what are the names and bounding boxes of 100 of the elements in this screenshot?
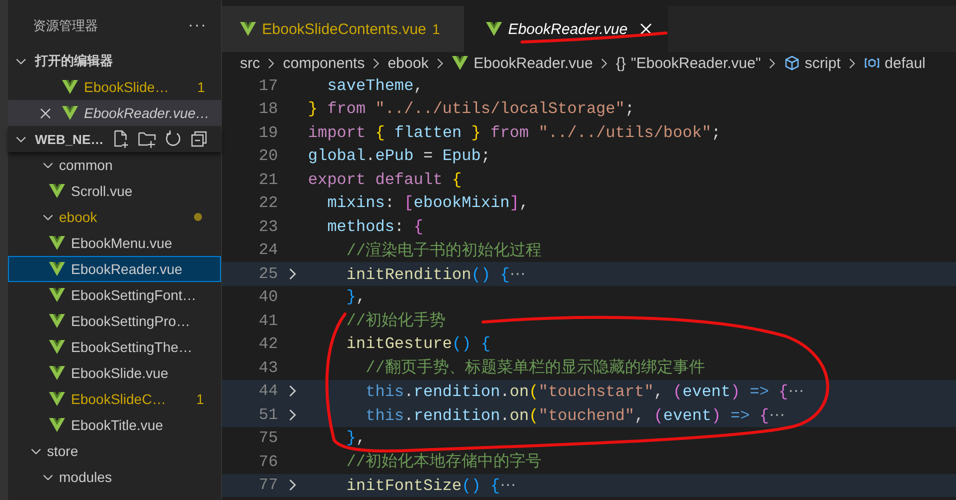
- project-title: WEB_NE…: [35, 132, 104, 146]
- expand-fold-icon[interactable]: [288, 384, 298, 398]
- more-actions-button[interactable]: ···: [188, 17, 207, 35]
- file-name: EbookMenu.vue: [71, 235, 174, 251]
- collapse-all-icon[interactable]: [190, 130, 208, 148]
- editor-tab[interactable]: EbookReader.vue: [464, 6, 668, 52]
- new-folder-icon[interactable]: [138, 130, 156, 148]
- chevron-right-icon: [600, 56, 609, 70]
- file-name: EbookSlide…: [84, 79, 170, 95]
- folder-name: store: [47, 443, 80, 459]
- expand-fold-icon[interactable]: [288, 478, 298, 492]
- open-editor-item[interactable]: EbookSlide… 1: [8, 74, 221, 100]
- breadcrumb-item[interactable]: script: [804, 54, 841, 72]
- line-number: 19: [258, 124, 278, 142]
- folder-item[interactable]: store: [8, 438, 221, 464]
- code-text: global.ePub = Epub;: [308, 147, 490, 166]
- breadcrumb-item[interactable]: defaul: [884, 54, 926, 72]
- file-item[interactable]: Scroll.vue: [8, 178, 221, 204]
- code-text: initRendition() {⋯: [345, 264, 526, 284]
- vue-file-icon: [49, 262, 65, 276]
- line-number: 44: [258, 382, 278, 400]
- breadcrumb-item[interactable]: src: [240, 54, 260, 72]
- tab-title: EbookReader.vue: [508, 20, 628, 38]
- file-name: EbookSlide.vue: [71, 365, 170, 381]
- line-number: 43: [258, 358, 278, 377]
- new-file-icon[interactable]: [112, 130, 130, 148]
- code-text: mixins: [ebookMixin],: [326, 194, 529, 212]
- vue-file-icon: [452, 56, 468, 70]
- code-text: //渲染电子书的初始化过程: [345, 240, 542, 261]
- code-text: this.rendition.on("touchend", (event) => {⋯: [364, 404, 785, 425]
- expand-fold-icon[interactable]: [288, 408, 298, 422]
- problem-count: 1: [196, 391, 204, 407]
- breadcrumb-item[interactable]: EbookReader.vue: [474, 54, 593, 72]
- chevron-right-icon: [372, 56, 381, 70]
- line-number: 40: [258, 288, 278, 306]
- file-item[interactable]: EbookReader.vue: [8, 256, 221, 282]
- chevron-right-icon: [768, 56, 777, 70]
- code-text: methods: {: [326, 218, 424, 236]
- file-item[interactable]: EbookTitle.vue: [8, 412, 221, 438]
- tab-title: EbookSlideContents.vue: [262, 20, 426, 38]
- file-item[interactable]: EbookSettingFont…: [8, 282, 221, 308]
- refresh-icon[interactable]: [164, 130, 182, 148]
- chevron-right-icon: [267, 56, 276, 70]
- breadcrumb-item[interactable]: components: [283, 54, 365, 72]
- file-item[interactable]: EbookSettingPro…: [8, 308, 221, 334]
- braces-symbol: {}: [616, 54, 626, 72]
- code-text: } from "../../utils/localStorage";: [308, 100, 634, 118]
- file-item[interactable]: EbookSettingThe…: [8, 334, 221, 360]
- close-icon[interactable]: [40, 108, 51, 118]
- vue-file-icon: [49, 236, 65, 250]
- line-number: 20: [258, 147, 278, 166]
- vue-file-icon: [62, 80, 78, 94]
- vue-file-icon: [486, 22, 502, 36]
- line-number: 18: [258, 100, 278, 118]
- file-item[interactable]: EbookSlide.vue: [8, 360, 221, 386]
- code-text: //翻页手势、标题菜单栏的显示隐藏的绑定事件: [364, 358, 705, 378]
- folder-item[interactable]: common: [8, 152, 221, 178]
- code-text: saveTheme,: [326, 76, 424, 95]
- breadcrumb-item[interactable]: "EbookReader.vue": [630, 54, 761, 72]
- file-name: EbookSettingPro…: [71, 313, 192, 329]
- expand-fold-icon[interactable]: [288, 266, 298, 281]
- breadcrumb-item[interactable]: ebook: [388, 54, 429, 72]
- project-header[interactable]: WEB_NE…: [8, 126, 221, 152]
- vue-file-icon: [49, 314, 65, 328]
- code-text: },: [345, 288, 366, 306]
- open-editor-item[interactable]: EbookReader.vue…: [8, 100, 221, 126]
- line-number: 75: [258, 429, 278, 448]
- folder-name: common: [59, 157, 114, 173]
- code-text: initFontSize() {⋯: [345, 475, 516, 496]
- line-number: 42: [258, 335, 278, 354]
- file-name: EbookReader.vue…: [84, 105, 211, 121]
- vue-file-icon: [49, 392, 65, 406]
- problem-count: 1: [432, 21, 440, 37]
- file-name: Scroll.vue: [71, 183, 134, 199]
- editor-tab[interactable]: EbookSlideContents.vue 1: [222, 6, 464, 52]
- file-item[interactable]: EbookSlideC… 1: [8, 386, 221, 412]
- vue-file-icon: [49, 366, 65, 380]
- line-number: 25: [258, 264, 278, 283]
- code-text: //初始化本地存储中的字号: [345, 452, 542, 472]
- vue-file-icon: [62, 106, 78, 120]
- folder-item[interactable]: ebook: [8, 204, 221, 230]
- folder-name: modules: [59, 469, 113, 485]
- file-name: EbookTitle.vue: [71, 417, 164, 433]
- file-name: EbookSettingFont…: [71, 287, 198, 303]
- code-text: export default {: [308, 170, 462, 189]
- folder-item[interactable]: modules: [8, 464, 221, 490]
- explorer-title: 资源管理器: [33, 17, 98, 35]
- line-number: 21: [258, 170, 278, 189]
- code-text: this.rendition.on("touchstart", (event) => {⋯: [364, 381, 804, 402]
- line-number: 77: [258, 476, 278, 494]
- file-item[interactable]: EbookMenu.vue: [8, 230, 221, 256]
- open-editors-header[interactable]: 打开的编辑器: [8, 48, 221, 74]
- file-name: EbookReader.vue: [71, 261, 184, 277]
- line-number: 22: [258, 194, 278, 212]
- code-text: import { flatten } from "../../utils/book";: [308, 124, 721, 142]
- code-text: initGesture() {: [345, 335, 490, 354]
- vue-file-icon: [49, 418, 65, 432]
- line-number: 51: [258, 406, 278, 424]
- code-text: },: [345, 429, 366, 448]
- vue-file-icon: [49, 184, 65, 198]
